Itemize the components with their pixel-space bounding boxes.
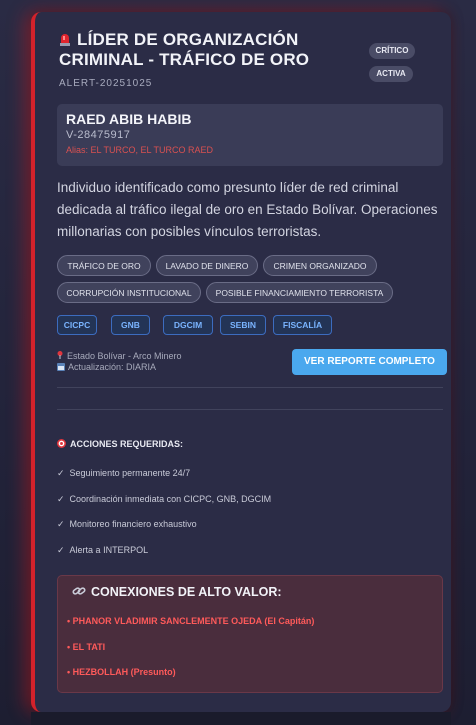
divider-top: [57, 387, 443, 388]
action-item-text: Monitoreo financiero exhaustivo: [69, 519, 197, 529]
status-badge: ACTIVA: [369, 66, 413, 82]
alert-title-row: LÍDER DE ORGANIZACIÓN CRIMINAL - TRÁFICO…: [59, 30, 349, 70]
tag-financiamiento-terrorista: POSIBLE FINANCIAMIENTO TERRORISTA: [206, 282, 393, 303]
connection-item: • PHANOR VLADIMIR SANCLEMENTE OJEDA (El …: [67, 616, 315, 626]
target-icon: [57, 439, 66, 448]
check-icon: ✓: [57, 468, 65, 478]
actions-heading: ACCIONES REQUERIDAS:: [57, 439, 183, 449]
connection-item: • HEZBOLLAH (Presunto): [67, 667, 176, 677]
agency-dgcim: DGCIM: [163, 315, 213, 335]
check-icon: ✓: [57, 519, 65, 529]
tag-trafico-oro: TRÁFICO DE ORO: [57, 255, 151, 276]
location-text: Estado Bolívar - Arco Minero: [67, 351, 182, 361]
action-item: ✓ Seguimiento permanente 24/7: [57, 468, 190, 479]
tag-corrupcion: CORRUPCIÓN INSTITUCIONAL: [57, 282, 201, 303]
agency-cicpc: CICPC: [57, 315, 97, 335]
agency-gnb: GNB: [111, 315, 150, 335]
siren-icon: [60, 34, 70, 46]
check-icon: ✓: [57, 545, 65, 555]
location-row: Estado Bolívar - Arco Minero: [57, 351, 182, 361]
person-aliases: Alias: EL TURCO, EL TURCO RAED: [66, 145, 214, 155]
connections-title: CONEXIONES DE ALTO VALOR:: [91, 585, 282, 599]
high-value-connections-box: CONEXIONES DE ALTO VALOR: • PHANOR VLADI…: [57, 575, 443, 693]
person-document-id: V-28475917: [66, 129, 131, 141]
tag-crimen-organizado: CRIMEN ORGANIZADO: [263, 255, 377, 276]
severity-badge: CRÍTICO: [369, 43, 415, 59]
pin-icon: [57, 351, 63, 359]
person-info-box: RAED ABIB HABIB V-28475917 Alias: EL TUR…: [57, 104, 443, 166]
agency-sebin: SEBIN: [220, 315, 266, 335]
connection-item: • EL TATI: [67, 642, 106, 652]
action-item: ✓ Monitoreo financiero exhaustivo: [57, 519, 197, 530]
update-row: Actualización: DIARIA: [57, 362, 156, 372]
agency-fiscalia: FISCALÍA: [273, 315, 332, 335]
connections-heading: CONEXIONES DE ALTO VALOR:: [72, 585, 282, 599]
person-name: RAED ABIB HABIB: [66, 111, 192, 127]
action-item-text: Coordinación inmediata con CICPC, GNB, D…: [69, 494, 272, 504]
update-text: Actualización: DIARIA: [68, 362, 157, 372]
divider-actions: [57, 409, 443, 410]
calendar-icon: [57, 363, 65, 371]
check-icon: ✓: [57, 494, 65, 504]
action-item-text: Alerta a INTERPOL: [69, 545, 149, 555]
action-item: ✓ Coordinación inmediata con CICPC, GNB, …: [57, 494, 271, 505]
action-item-text: Seguimiento permanente 24/7: [69, 468, 191, 478]
link-icon: [72, 587, 86, 595]
bottom-strip: [31, 712, 451, 725]
tag-lavado-dinero: LAVADO DE DINERO: [156, 255, 258, 276]
alert-title: LÍDER DE ORGANIZACIÓN CRIMINAL - TRÁFICO…: [59, 30, 310, 69]
action-item: ✓ Alerta a INTERPOL: [57, 545, 148, 556]
alert-description: Individuo identificado como presunto líd…: [57, 180, 438, 239]
actions-title: ACCIONES REQUERIDAS:: [70, 439, 184, 449]
view-full-report-button[interactable]: VER REPORTE COMPLETO: [292, 349, 447, 375]
alert-id: ALERT-20251025: [59, 78, 153, 89]
alert-card: LÍDER DE ORGANIZACIÓN CRIMINAL - TRÁFICO…: [31, 12, 451, 712]
